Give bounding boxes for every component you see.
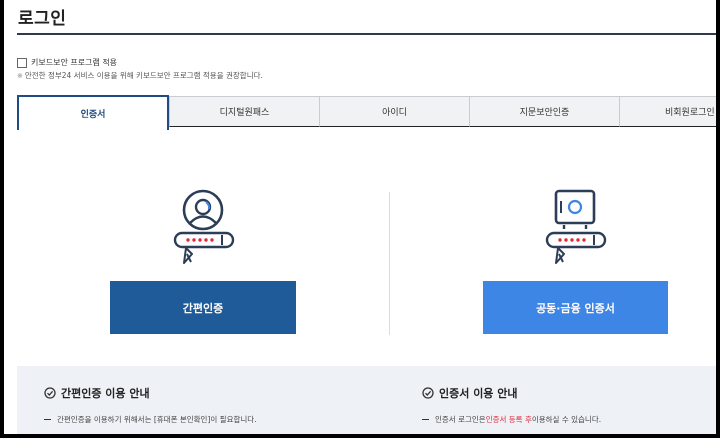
cursor-icon (555, 247, 565, 264)
cert-guide-title-text: 인증서 이용 안내 (439, 387, 518, 400)
login-page: 로그인 키보드보안 프로그램 적용 ※ 안전한 정부24 서비스 이용을 위해 … (4, 0, 716, 434)
simple-guide-title-text: 간편인증 이용 안내 (61, 387, 150, 400)
simple-guide-title: 간편인증 이용 안내 (44, 385, 150, 401)
notice-text: 안전한 정부24 서비스 이용을 위해 키보드보안 프로그램 적용을 권장합니다… (24, 71, 263, 80)
tab-digital-onepass[interactable]: 디지털원패스 (169, 96, 320, 127)
cert-guide-title: 인증서 이용 안내 (422, 385, 518, 401)
check-circle-icon (44, 387, 56, 399)
certificate-login-button[interactable]: 공동·금융 인증서 (483, 281, 668, 334)
simple-auth-button[interactable]: 간편인증 (110, 281, 296, 334)
certificate-illustration (545, 189, 607, 264)
keyboard-security-checkbox[interactable] (17, 57, 27, 68)
simple-guide-line: 간편인증을 이용하기 위해서는 [휴대폰 본인확인]이 필요합니다. (44, 414, 257, 425)
cursor-icon (183, 247, 193, 264)
login-tabs: 인증서 디지털원패스 아이디 지문보안인증 비회원로그인 (17, 95, 716, 130)
cert-guide-line: 인증서 로그인은 인증서 등록 후 이용하실 수 있습니다. (422, 414, 601, 425)
tab-certificate[interactable]: 인증서 (17, 95, 169, 130)
safe-icon (554, 189, 596, 229)
cert-guide-text-post: 이용하실 수 있습니다. (531, 415, 602, 424)
notice-mark-icon: ※ (17, 71, 23, 80)
bullet-dash (44, 419, 51, 420)
keyboard-security-notice: ※ 안전한 정부24 서비스 이용을 위해 키보드보안 프로그램 적용을 권장합… (17, 70, 263, 81)
user-profile-icon (182, 189, 224, 231)
tab-non-member[interactable]: 비회원로그인 (619, 96, 716, 127)
check-circle-icon (422, 387, 434, 399)
keyboard-security-option[interactable]: 키보드보안 프로그램 적용 (17, 57, 117, 68)
cert-guide-highlight: 인증서 등록 후 (485, 415, 532, 424)
column-divider (389, 192, 390, 335)
password-bar-icon (173, 231, 235, 249)
keyboard-security-label: 키보드보안 프로그램 적용 (31, 58, 118, 67)
page-title: 로그인 (18, 9, 67, 29)
simple-guide-text: 간편인증을 이용하기 위해서는 [휴대폰 본인확인]이 필요합니다. (57, 415, 257, 424)
bullet-dash (422, 419, 429, 420)
simple-auth-illustration (173, 189, 235, 264)
tab-fingerprint[interactable]: 지문보안인증 (469, 96, 620, 127)
title-divider (17, 33, 716, 35)
password-bar-icon (545, 231, 607, 249)
cert-guide-text-pre: 인증서 로그인은 (435, 415, 486, 424)
usage-guide-panel: 간편인증 이용 안내 간편인증을 이용하기 위해서는 [휴대폰 본인확인]이 필… (17, 366, 716, 434)
tab-id[interactable]: 아이디 (319, 96, 470, 127)
